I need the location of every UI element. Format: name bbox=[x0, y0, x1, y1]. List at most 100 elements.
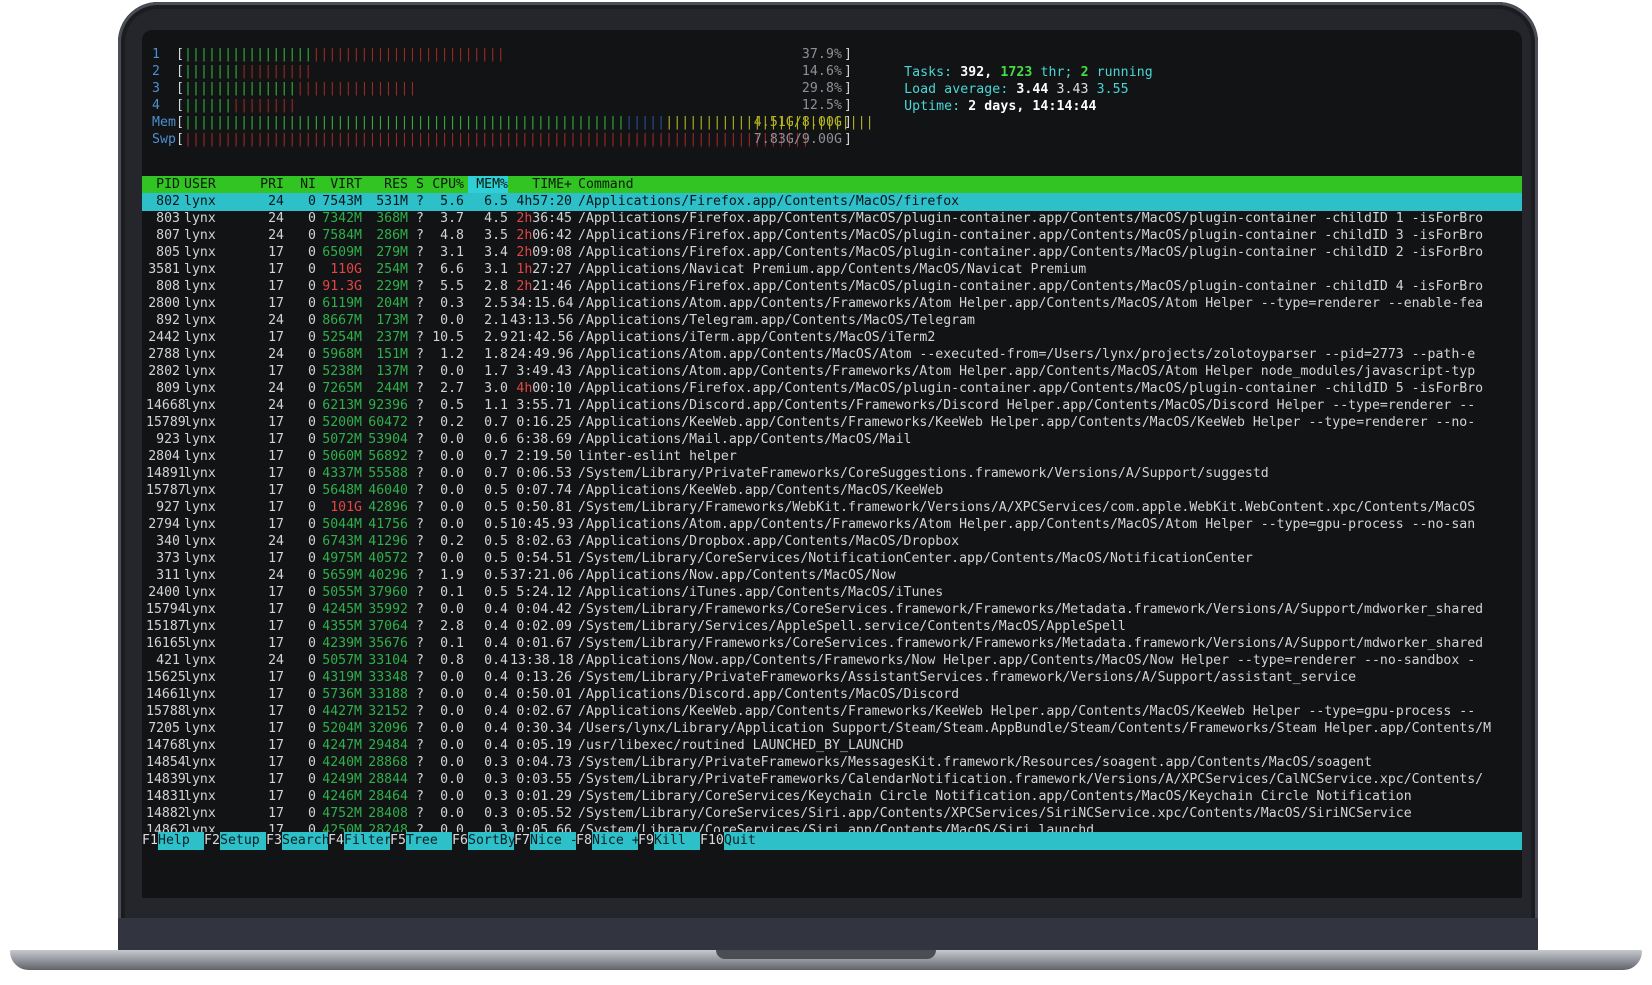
process-row[interactable]: 311 lynx 24 0 5659M 40296? 1.9 0.5 37:21.06/Appl… bbox=[142, 567, 1522, 585]
process-ni: 0 bbox=[308, 279, 316, 294]
fkey-f6-label[interactable]: SortBy bbox=[468, 832, 516, 850]
fkey-f5-label[interactable]: Tree bbox=[406, 832, 438, 850]
process-user: lynx bbox=[184, 398, 216, 413]
process-row[interactable]: 14891 lynx 17 0 4337M 55588? 0.0 0.7 0:06.53/Sys… bbox=[142, 465, 1522, 483]
process-row[interactable]: 373 lynx 17 0 4975M 40572? 0.0 0.5 0:54.51/Syste… bbox=[142, 550, 1522, 568]
column-header-pid[interactable]: PID bbox=[146, 176, 180, 194]
process-row[interactable]: 14839 lynx 17 0 4249M 28844? 0.0 0.3 0:03.55/Sys… bbox=[142, 771, 1522, 789]
process-pid: 3581 bbox=[148, 262, 180, 277]
process-row[interactable]: 2794 lynx 17 0 5044M 41756? 0.0 0.5 10:45.93/App… bbox=[142, 516, 1522, 534]
process-mem: 0.4 bbox=[484, 670, 508, 685]
process-pri: 24 bbox=[268, 381, 284, 396]
process-row[interactable]: 340 lynx 24 0 6743M 41296? 0.2 0.5 8:02.63/Appli… bbox=[142, 533, 1522, 551]
process-cpu: 0.0 bbox=[440, 602, 464, 617]
fkey-f9-label[interactable]: Kill bbox=[654, 832, 686, 850]
process-res: 46040 bbox=[368, 483, 408, 498]
process-row[interactable]: 14882 lynx 17 0 4752M 28408? 0.0 0.3 0:05.52/Sys… bbox=[142, 805, 1522, 823]
fkey-f2[interactable]: F2 bbox=[204, 832, 220, 850]
process-time-rest: 57:20 bbox=[532, 194, 572, 209]
process-row[interactable]: 2804 lynx 17 0 5060M 56892? 0.0 0.7 2:19.50 linte… bbox=[142, 448, 1522, 466]
process-pri: 17 bbox=[268, 449, 284, 464]
process-row[interactable]: 2400 lynx 17 0 5055M 37960? 0.1 0.5 5:24.12/Appl… bbox=[142, 584, 1522, 602]
terminal-screen[interactable]: 1[||||||||||||||||||||||||||||||||||||||… bbox=[142, 30, 1522, 898]
process-user: lynx bbox=[184, 262, 216, 277]
process-row[interactable]: 14768 lynx 17 0 4247M 29484? 0.0 0.4 0:05.19/usr… bbox=[142, 737, 1522, 755]
process-row[interactable]: 421 lynx 24 0 5057M 33104? 0.8 0.4 13:38.18/Appl… bbox=[142, 652, 1522, 670]
process-row[interactable]: 15789 lynx 17 0 5200M 60472? 0.2 0.7 0:16.25/App… bbox=[142, 414, 1522, 432]
column-header-mem[interactable]: MEM% bbox=[468, 176, 508, 194]
process-row[interactable]: 14668 lynx 24 0 6213M 92396? 0.5 1.1 3:55.71/App… bbox=[142, 397, 1522, 415]
fkey-f1[interactable]: F1 bbox=[142, 832, 158, 850]
process-time: 3:55.71 bbox=[510, 397, 572, 415]
process-row[interactable]: 805 lynx 17 0 6509M 279M? 3.1 3.4 2h09:08/Applic… bbox=[142, 244, 1522, 262]
process-row[interactable]: 15794 lynx 17 0 4245M 35992? 0.0 0.4 0:04.42/Sys… bbox=[142, 601, 1522, 619]
process-row[interactable]: 16165 lynx 17 0 4239M 35676? 0.1 0.4 0:01.67/Sys… bbox=[142, 635, 1522, 653]
process-ni: 0 bbox=[308, 517, 316, 532]
fkey-f9[interactable]: F9 bbox=[638, 832, 654, 850]
column-header-user[interactable]: USER bbox=[184, 176, 216, 194]
fkey-f4-label[interactable]: Filter bbox=[344, 832, 392, 850]
process-pri: 24 bbox=[268, 211, 284, 226]
fkey-f7-label[interactable]: Nice - bbox=[530, 832, 578, 850]
column-header-ni[interactable]: NI bbox=[294, 176, 316, 194]
process-row[interactable]: 2800 lynx 17 0 6119M 204M? 0.3 2.5 34:15.64/Appl… bbox=[142, 295, 1522, 313]
process-command: /System/Library/CoreServices/Keychain Ci… bbox=[578, 789, 1412, 804]
fkey-f6[interactable]: F6 bbox=[452, 832, 468, 850]
fkey-f5[interactable]: F5 bbox=[390, 832, 406, 850]
column-header-res[interactable]: RES bbox=[364, 176, 408, 194]
process-row[interactable]: 14831 lynx 17 0 4246M 28464? 0.0 0.3 0:01.29/Sys… bbox=[142, 788, 1522, 806]
fkey-f10-label[interactable]: Quit bbox=[724, 832, 756, 850]
column-header-time[interactable]: TIME+ bbox=[510, 176, 572, 194]
column-header-virt[interactable]: VIRT bbox=[318, 176, 362, 194]
fkey-f2-label[interactable]: Setup bbox=[220, 832, 260, 850]
cpu-meter-4: 4[|||||||||||||| 12.5%] bbox=[152, 98, 852, 113]
process-row[interactable]: 14854 lynx 17 0 4240M 28868? 0.0 0.3 0:04.73/Sys… bbox=[142, 754, 1522, 772]
process-row[interactable]: 2788 lynx 24 0 5968M 151M? 1.2 1.8 24:49.96/Appl… bbox=[142, 346, 1522, 364]
fkey-f10[interactable]: F10 bbox=[700, 832, 724, 850]
process-mem: 0.7 bbox=[484, 415, 508, 430]
process-row[interactable]: 15187 lynx 17 0 4355M 37064? 2.8 0.4 0:02.09/Sys… bbox=[142, 618, 1522, 636]
fkey-f1-label[interactable]: Help bbox=[158, 832, 190, 850]
fkey-f8[interactable]: F8 bbox=[576, 832, 592, 850]
fkey-f7[interactable]: F7 bbox=[514, 832, 530, 850]
process-time: 0:05.19 bbox=[510, 737, 572, 755]
process-row[interactable]: 15787 lynx 17 0 5648M 46040? 0.0 0.5 0:07.74/App… bbox=[142, 482, 1522, 500]
column-header-cpu[interactable]: CPU% bbox=[430, 176, 464, 194]
process-ni: 0 bbox=[308, 653, 316, 668]
column-header-state[interactable]: S bbox=[416, 176, 424, 194]
fkey-f8-label[interactable]: Nice + bbox=[592, 832, 640, 850]
process-row[interactable]: 7205 lynx 17 0 5204M 32096? 0.0 0.4 0:30.34/User… bbox=[142, 720, 1522, 738]
process-row[interactable]: 15625 lynx 17 0 4319M 33348? 0.0 0.4 0:13.26/Sys… bbox=[142, 669, 1522, 687]
process-row[interactable]: 807 lynx 24 0 7584M 286M? 4.8 3.5 2h06:42/Applic… bbox=[142, 227, 1522, 245]
process-row[interactable]: 809 lynx 24 0 7265M 244M? 2.7 3.0 4h00:10/Applic… bbox=[142, 380, 1522, 398]
swap-meter-bar: ||||||||||||||||||||||||||||||||||||||||… bbox=[184, 132, 810, 147]
process-pri: 24 bbox=[268, 313, 284, 328]
process-row[interactable]: 892 lynx 24 0 8667M 173M? 0.0 2.1 43:13.56/Appli… bbox=[142, 312, 1522, 330]
process-command: /System/Library/Frameworks/CoreServices.… bbox=[578, 636, 1484, 651]
process-row[interactable]: 923 lynx 17 0 5072M 53904? 0.0 0.6 6:38.69/Appli… bbox=[142, 431, 1522, 449]
process-row[interactable]: 14661 lynx 17 0 5736M 33188? 0.0 0.4 0:50.01/App… bbox=[142, 686, 1522, 704]
process-row[interactable]: 3581 lynx 17 0 110G 254M? 6.6 3.1 1h27:27/Applic… bbox=[142, 261, 1522, 279]
process-res: 173M bbox=[376, 313, 408, 328]
fkey-f3-label[interactable]: Search bbox=[282, 832, 330, 850]
process-row[interactable]: 15788 lynx 17 0 4427M 32152? 0.0 0.4 0:02.67/App… bbox=[142, 703, 1522, 721]
cpu-meter-2-label: 2 bbox=[152, 64, 161, 79]
column-header-pri[interactable]: PRI bbox=[258, 176, 284, 194]
process-ni: 0 bbox=[308, 262, 316, 277]
process-row[interactable]: 2442 lynx 17 0 5254M 237M? 10.5 2.9 21:42.56/App… bbox=[142, 329, 1522, 347]
process-time: 0:02.09 bbox=[510, 618, 572, 636]
process-s: ? bbox=[416, 364, 424, 379]
process-mem: 0.3 bbox=[484, 789, 508, 804]
process-row[interactable]: 802 lynx 24 0 7543M 531M? 5.6 6.5 4h57:20/Applic… bbox=[142, 193, 1522, 211]
fkey-f3[interactable]: F3 bbox=[266, 832, 282, 850]
fkey-f4[interactable]: F4 bbox=[328, 832, 344, 850]
process-pri: 17 bbox=[268, 500, 284, 515]
process-row[interactable]: 808 lynx 17 0 91.3G 229M? 5.5 2.8 2h21:46/Applic… bbox=[142, 278, 1522, 296]
process-ni: 0 bbox=[308, 466, 316, 481]
process-time-rest: 09:08 bbox=[532, 245, 572, 260]
process-row[interactable]: 803 lynx 24 0 7342M 368M? 3.7 4.5 2h36:45/Applic… bbox=[142, 210, 1522, 228]
process-row[interactable]: 927 lynx 17 0 101G 42896? 0.0 0.5 0:50.81/System… bbox=[142, 499, 1522, 517]
process-s: ? bbox=[416, 466, 424, 481]
process-row[interactable]: 2802 lynx 17 0 5238M 137M? 0.0 1.7 3:49.43/Appli… bbox=[142, 363, 1522, 381]
column-header-command[interactable]: Command bbox=[578, 176, 634, 194]
